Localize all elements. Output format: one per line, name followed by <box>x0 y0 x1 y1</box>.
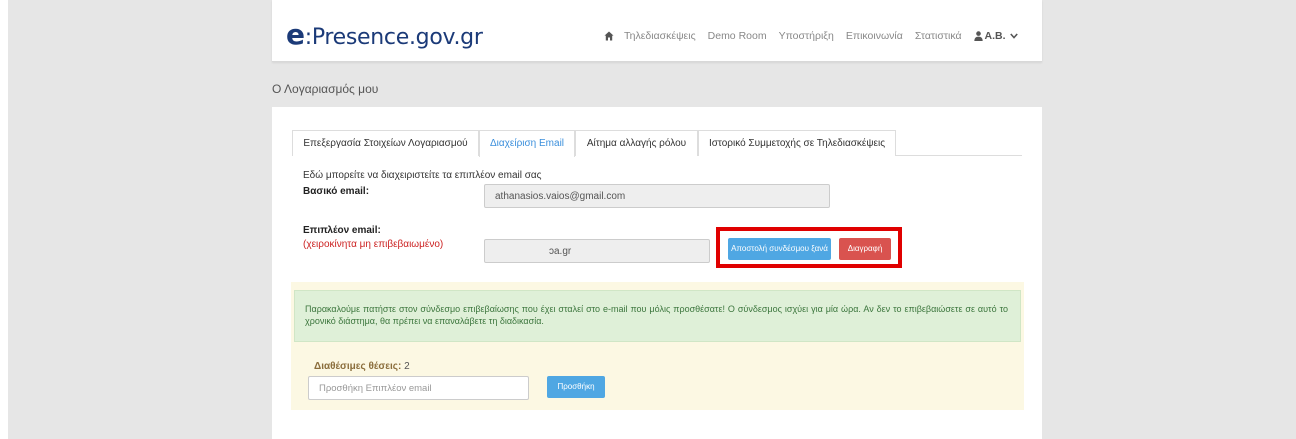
available-slots-value: 2 <box>404 361 410 372</box>
extra-email-status: (χειροκίνητα μη επιβεβαιωμένο) <box>303 239 444 250</box>
email-intro-text: Εδώ μπορείτε να διαχειριστείτε τα επιπλέ… <box>303 170 542 181</box>
nav-item-demo-room[interactable]: Demo Room <box>708 30 767 42</box>
home-icon <box>604 31 614 41</box>
confirmation-alert: Παρακαλούμε πατήστε στον σύνδεσμο επιβεβ… <box>294 290 1021 342</box>
nav-item-statistics[interactable]: Στατιστικά <box>915 30 962 42</box>
chevron-down-icon <box>1009 33 1018 39</box>
delete-email-button[interactable]: Διαγραφή <box>839 238 891 260</box>
page-title: Ο Λογαριασμός μου <box>272 82 379 96</box>
tab-edit-account[interactable]: Επεξεργασία Στοιχείων Λογαριασμού <box>292 130 479 156</box>
tab-role-change-request[interactable]: Αίτημα αλλαγής ρόλου <box>575 130 698 156</box>
user-menu[interactable]: Α.Β. <box>973 30 1018 42</box>
brand-logo-e: e <box>286 18 305 51</box>
primary-email-label: Βασικό email: <box>303 186 370 197</box>
tab-participation-history[interactable]: Ιστορικό Συμμετοχής σε Τηλεδιασκέψεις <box>698 130 896 156</box>
tab-email-management[interactable]: Διαχείριση Email <box>479 130 575 157</box>
nav-item-conferences-label: Τηλεδιασκέψεις <box>624 30 696 42</box>
available-slots: Διαθέσιμες θέσεις: 2 <box>314 361 410 372</box>
user-menu-label: Α.Β. <box>984 30 1006 42</box>
nav-item-conferences[interactable]: Τηλεδιασκέψεις <box>604 30 696 42</box>
primary-email-field: athanasios.vaios@gmail.com <box>484 184 830 208</box>
top-navbar: e:Presence.gov.gr Τηλεδιασκέψεις Demo Ro… <box>272 0 1042 62</box>
user-icon <box>973 31 983 41</box>
brand-logo[interactable]: e:Presence.gov.gr <box>286 18 483 51</box>
resend-link-button[interactable]: Αποστολή συνδέσμου ξανά <box>728 238 831 260</box>
nav-item-support[interactable]: Υποστήριξη <box>779 30 834 42</box>
nav-links: Τηλεδιασκέψεις Demo Room Υποστήριξη Επικ… <box>604 30 1018 42</box>
add-email-input[interactable] <box>308 376 529 400</box>
account-tabs: Επεξεργασία Στοιχείων Λογαριασμού Διαχεί… <box>292 130 1022 157</box>
nav-item-contact[interactable]: Επικοινωνία <box>846 30 903 42</box>
brand-logo-text: :Presence.gov.gr <box>304 25 483 50</box>
extra-email-label: Επιπλέον email: <box>303 225 381 236</box>
extra-email-field: ɔa.gr <box>484 239 710 263</box>
add-email-button[interactable]: Προσθήκη <box>547 376 605 398</box>
available-slots-label: Διαθέσιμες θέσεις: <box>314 361 402 372</box>
